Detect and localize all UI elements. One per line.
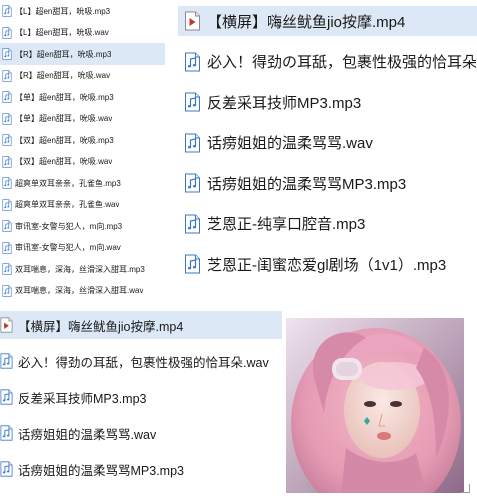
file-row[interactable]: 【双】超en甜耳，吮吸.wav (0, 151, 165, 173)
file-row[interactable]: 话痨姐姐的温柔骂骂.wav (0, 419, 282, 447)
audio-file-icon (184, 52, 201, 72)
file-row[interactable]: 反差采耳技师MP3.mp3 (0, 383, 282, 411)
audio-file-icon (2, 198, 12, 211)
file-name: 必入！得劲の耳舐，包裹性极强的恰耳朵. (207, 54, 477, 71)
file-row[interactable]: 【L】超en甜耳，吮吸.mp3 (0, 0, 165, 22)
audio-file-icon (184, 133, 201, 153)
file-row[interactable]: 【横屏】嗨丝鱿鱼jio按摩.mp4 (178, 6, 477, 36)
file-row[interactable]: 【L】超en甜耳，吮吸.wav (0, 22, 165, 44)
portrait-illustration (286, 318, 464, 493)
audio-file-icon (2, 284, 12, 297)
file-row[interactable]: 超爽单双耳亲亲，孔雀鱼.mp3 (0, 172, 165, 194)
file-name: 芝恩正-闺蜜恋爱gl剧场（1v1）.mp3 (207, 256, 447, 274)
file-name: 超爽单双耳亲亲，孔雀鱼.mp3 (15, 178, 121, 188)
file-list-small: 【L】超en甜耳，吮吸.mp3 【L】超en甜耳，吮吸.wav 【R】超en甜耳… (0, 0, 165, 300)
audio-file-icon (2, 263, 12, 275)
file-row[interactable]: 审讯室-女警与犯人，m向.mp3 (0, 215, 165, 237)
file-name: 【L】超en甜耳，吮吸.mp3 (15, 6, 111, 16)
audio-file-icon (184, 173, 201, 193)
file-list-large: 【横屏】嗨丝鱿鱼jio按摩.mp4 必入！得劲の耳舐，包裹性极强的恰耳朵. 反差… (178, 0, 477, 285)
file-name: 【L】超en甜耳，吮吸.wav (15, 28, 109, 37)
file-row[interactable]: 必入！得劲の耳舐，包裹性极强的恰耳朵. (178, 47, 477, 77)
photo-preview (286, 318, 464, 493)
file-name: 【单】超en甜耳，吮吸.mp3 (15, 92, 114, 102)
audio-file-icon (0, 461, 13, 477)
file-name: 话痨姐姐的温柔骂骂.wav (207, 135, 373, 152)
file-name: 话痨姐姐的温柔骂骂.wav (18, 427, 157, 442)
file-name: 【单】超en甜耳，吮吸.wav (15, 114, 113, 123)
audio-file-icon (2, 134, 12, 146)
audio-file-icon (2, 241, 12, 254)
file-name: 【R】超en甜耳，吮吸.mp3 (15, 49, 112, 59)
audio-file-icon (0, 389, 13, 405)
audio-file-icon (2, 26, 12, 39)
audio-file-icon (2, 48, 12, 60)
file-row[interactable]: 【横屏】嗨丝鱿鱼jio按摩.mp4 (0, 311, 282, 339)
file-name: 【横屏】嗨丝鱿鱼jio按摩.mp4 (18, 319, 184, 334)
file-name: 超爽单双耳亲亲，孔雀鱼.wav (15, 200, 120, 209)
file-name: 芝恩正-纯享口腔音.mp3 (207, 216, 366, 233)
audio-file-icon (2, 5, 12, 17)
video-file-icon (0, 317, 13, 333)
file-name: 双耳喘息，深海，丝滑深入甜耳.wav (15, 286, 144, 295)
file-row[interactable]: 【双】超en甜耳，吮吸.mp3 (0, 129, 165, 151)
file-row[interactable]: 芝恩正-闺蜜恋爱gl剧场（1v1）.mp3 (178, 249, 477, 279)
file-row[interactable]: 话痨姐姐的温柔骂骂MP3.mp3 (0, 455, 282, 483)
file-row[interactable]: 审讯室-女警与犯人，m向.wav (0, 237, 165, 259)
audio-file-icon (2, 69, 12, 82)
thumbnail-photo (286, 318, 464, 493)
file-row[interactable]: 【R】超en甜耳，吮吸.mp3 (0, 43, 165, 65)
audio-file-icon (184, 92, 201, 112)
file-row[interactable]: 【单】超en甜耳，吮吸.wav (0, 108, 165, 130)
file-row[interactable]: 话痨姐姐的温柔骂骂MP3.mp3 (178, 168, 477, 198)
file-name: 【双】超en甜耳，吮吸.wav (15, 157, 113, 166)
file-name: 【横屏】嗨丝鱿鱼jio按摩.mp4 (207, 13, 406, 31)
file-row[interactable]: 【单】超en甜耳，吮吸.mp3 (0, 86, 165, 108)
file-name: 必入！得劲の耳舐，包裹性极强的恰耳朵.wav (18, 355, 269, 370)
file-name: 反差采耳技师MP3.mp3 (207, 94, 362, 112)
file-row[interactable]: 超爽单双耳亲亲，孔雀鱼.wav (0, 194, 165, 216)
file-row[interactable]: 必入！得劲の耳舐，包裹性极强的恰耳朵.wav (0, 347, 282, 375)
audio-file-icon (2, 91, 12, 103)
audio-file-icon (2, 155, 12, 168)
file-name: 【R】超en甜耳，吮吸.wav (15, 71, 111, 80)
audio-file-icon (2, 177, 12, 189)
file-name: 审讯室-女警与犯人，m向.wav (15, 243, 121, 252)
audio-file-icon (2, 112, 12, 125)
file-name: 话痨姐姐的温柔骂骂MP3.mp3 (207, 175, 407, 193)
file-name: 双耳喘息，深海，丝滑深入甜耳.mp3 (15, 264, 145, 274)
audio-file-icon (184, 214, 201, 234)
video-file-icon (184, 11, 201, 31)
file-name: 【双】超en甜耳，吮吸.mp3 (15, 135, 114, 145)
file-row[interactable]: 【R】超en甜耳，吮吸.wav (0, 65, 165, 87)
file-row[interactable]: 双耳喘息，深海，丝滑深入甜耳.wav (0, 280, 165, 301)
file-row[interactable]: 芝恩正-纯享口腔音.mp3 (178, 209, 477, 239)
file-name: 话痨姐姐的温柔骂骂MP3.mp3 (18, 463, 184, 478)
audio-file-icon (184, 254, 201, 274)
file-list-medium: 【横屏】嗨丝鱿鱼jio按摩.mp4 必入！得劲の耳舐，包裹性极强的恰耳朵.wav… (0, 310, 282, 498)
audio-file-icon (0, 425, 13, 441)
audio-file-icon (0, 353, 13, 369)
file-row[interactable]: 话痨姐姐的温柔骂骂.wav (178, 128, 477, 158)
audio-file-icon (2, 220, 12, 232)
file-row[interactable]: 反差采耳技师MP3.mp3 (178, 87, 477, 117)
file-row[interactable]: 双耳喘息，深海，丝滑深入甜耳.mp3 (0, 258, 165, 280)
resize-corner-icon (461, 484, 470, 493)
file-name: 审讯室-女警与犯人，m向.mp3 (15, 221, 123, 231)
file-name: 反差采耳技师MP3.mp3 (18, 391, 147, 406)
